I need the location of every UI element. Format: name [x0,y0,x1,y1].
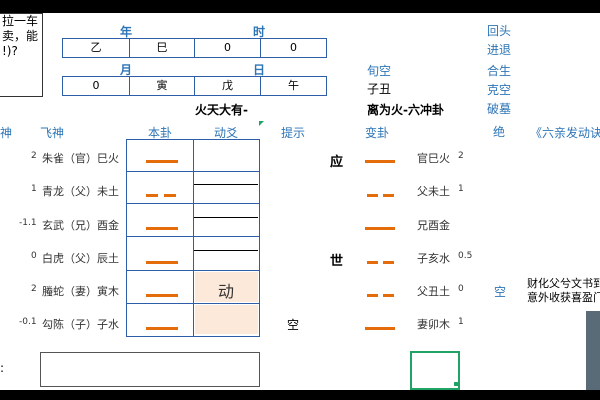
right-list-item: 破墓 [487,102,512,116]
underline [194,250,258,251]
hour-stem-cell[interactable]: 0 [194,38,261,58]
col-feishen: 飞神 [40,126,65,140]
grid-row-line [126,270,259,271]
row-num: -1.1 [19,218,37,228]
ying-marker: 应 [330,155,344,170]
col-shen: 神 [0,126,13,140]
note-line: !)? [2,44,18,58]
grid-row-line [126,303,259,304]
yin-line [367,261,378,264]
underline [194,184,258,185]
right-list-item: 进退 [487,43,512,57]
yang-line [365,327,395,330]
row-label: 青龙（父）未土 [42,185,119,198]
yang-line [146,327,178,330]
row-num: 1 [31,184,37,194]
selected-cell[interactable] [410,351,460,390]
row-num: -0.1 [19,317,37,327]
xunkong-label: 旬空 [367,64,392,78]
change-gua-name: 离为火-六冲卦 [367,103,444,117]
dong-label: 动 [218,282,235,301]
bian-row-num: 1 [458,317,464,327]
bian-row-label: 兄酉金 [417,219,450,232]
moving-yao-cell[interactable] [195,305,258,334]
cell-marker-icon [259,121,264,126]
yang-line [146,227,178,230]
verse-line: 意外收获喜盈门 [527,291,600,304]
grid-divider [193,139,194,336]
kong-marker: 空 [287,318,300,332]
row-num: 2 [31,151,37,161]
note-line: 卖，能 [2,29,39,43]
grid-row-line [126,171,259,172]
yang-line [146,261,178,264]
col-book: 《六亲发动诀 [530,126,600,140]
grid-row-line [126,236,259,237]
year-stem-cell[interactable]: 乙 [62,38,130,58]
yin-line [383,294,394,297]
day-stem-cell[interactable]: 戊 [194,76,261,96]
yang-line [146,294,178,297]
yin-line [367,194,378,197]
row-label: 白虎（父）辰土 [42,252,119,265]
yin-line [146,194,158,197]
yin-line [367,294,378,297]
result-input[interactable] [40,352,260,387]
bian-row-label: 父丑土 [417,285,450,298]
webcam-overlay [586,311,600,390]
right-list-item: 绝 [493,125,506,139]
note-line: 拉一车 [2,14,39,28]
note-box: 拉一车 卖，能 !)? [0,13,43,97]
xunkong-value: 子丑 [367,82,392,96]
spreadsheet-area[interactable]: 拉一车 卖，能 !)? 年 时 月 日 乙 巳 0 0 0 寅 戊 午 回头 进… [0,13,600,390]
row-label: 玄武（兄）酉金 [42,219,119,232]
bian-row-label: 父未土 [417,185,450,198]
col-biangua: 变卦 [365,126,390,140]
right-list-item: 回头 [487,24,512,38]
hour-branch-cell[interactable]: 0 [260,38,327,58]
right-list-item: 克空 [487,83,512,97]
shi-marker: 世 [330,254,344,269]
right-list-item: 合生 [487,64,512,78]
bian-row-num: 1 [458,184,464,194]
bian-row-num: 0.5 [458,251,473,261]
month-branch-cell[interactable]: 寅 [129,76,195,96]
row-label: 螣蛇（妻）寅木 [42,285,119,298]
month-stem-cell[interactable]: 0 [62,76,130,96]
kong-marker-right: 空 [494,285,507,299]
row-label: 勾陈（子）子水 [42,318,119,331]
yin-line [164,194,176,197]
bian-row-label: 子亥水 [417,252,450,265]
row-num: 0 [31,251,37,261]
fill-handle[interactable] [454,382,458,386]
bottom-left-marker: : [0,361,5,375]
yin-line [383,194,394,197]
bian-row-label: 官巳火 [417,152,450,165]
grid-row-line [126,203,259,204]
yang-line [146,160,178,163]
yang-line [365,227,395,230]
col-tishi: 提示 [281,126,306,140]
yang-line [365,160,395,163]
day-branch-cell[interactable]: 午 [260,76,327,96]
bian-row-label: 妻卯木 [417,318,450,331]
bian-row-num: 2 [458,151,464,161]
underline [194,217,258,218]
main-gua-name: 火天大有- [195,103,248,117]
row-label: 朱雀（官）巳火 [42,152,119,165]
yin-line [383,261,394,264]
bian-row-num: 0 [458,284,464,294]
year-branch-cell[interactable]: 巳 [129,38,195,58]
row-num: 2 [31,284,37,294]
